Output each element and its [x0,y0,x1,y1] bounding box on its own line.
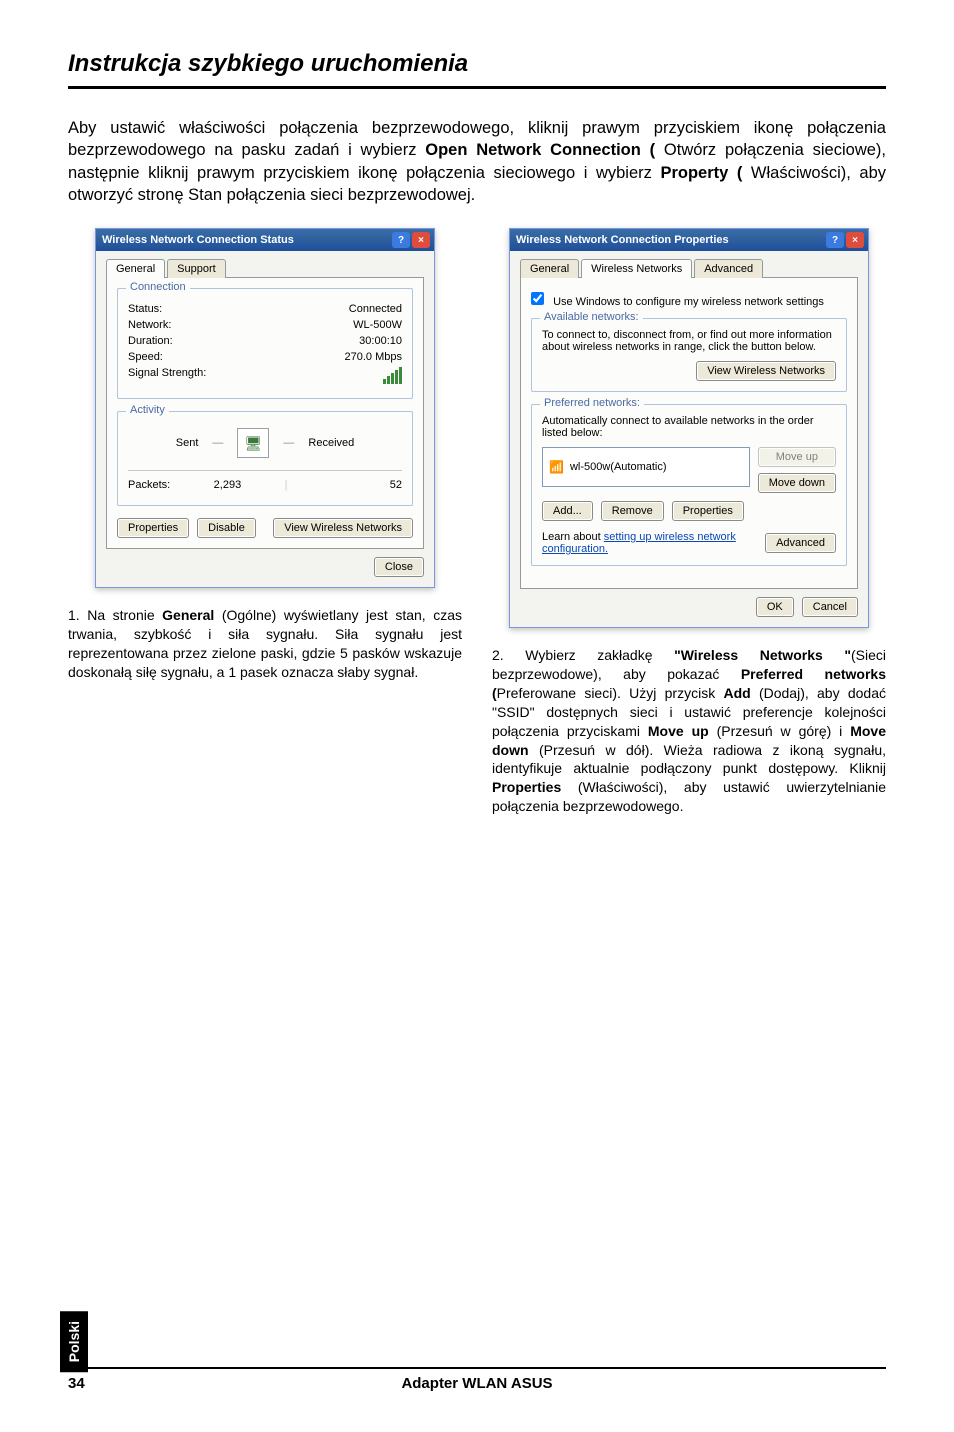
page-title: Instrukcja szybkiego uruchomienia [68,50,886,89]
ok-button[interactable]: OK [756,597,794,617]
c2-t6: (Przesuń w dół). Wieża radiowa z ikoną s… [492,742,886,777]
caption-1: 1. Na stronie General (Ogólne) wyświetla… [68,606,462,682]
group-available-title: Available networks: [540,311,643,323]
c2-t1: Wybierz zakładkę [525,647,674,663]
c2-b3: Add [723,685,750,701]
view-wireless-networks-button[interactable]: View Wireless Networks [273,518,413,538]
activity-received-label: Received [308,437,354,449]
signal-bars-icon [383,367,402,384]
antenna-icon: 📶 [549,460,564,474]
duration-value: 30:00:10 [359,335,402,347]
properties-titlebar: Wireless Network Connection Properties ?… [510,229,868,251]
activity-sent-label: Sent [176,437,199,449]
status-label: Status: [128,303,162,315]
move-down-button[interactable]: Move down [758,473,836,493]
page-footer: 34 Adapter WLAN ASUS [68,1367,886,1392]
intro-paragraph: Aby ustawić właściwości połączenia bezpr… [68,117,886,206]
c2-b1: "Wireless Networks " [674,647,851,663]
group-preferred-title: Preferred networks: [540,397,644,409]
tab-advanced[interactable]: Advanced [694,259,763,278]
help-icon[interactable]: ? [392,232,410,248]
learn-prefix: Learn about [542,531,604,543]
language-tab: Polski [60,1311,88,1372]
c2-t5: (Przesuń w górę) i [709,723,851,739]
close-button[interactable]: Close [374,557,424,577]
group-activity-title: Activity [126,404,169,416]
packets-received-value: 52 [288,479,402,491]
caption-1-prefix: Na stronie [87,607,162,623]
open-network-label: Open Network Connection ( [425,141,655,159]
status-dialog-title: Wireless Network Connection Status [102,234,294,246]
page-number: 34 [68,1375,108,1392]
packets-sent-value: 2,293 [170,479,284,491]
move-up-button[interactable]: Move up [758,447,836,467]
add-button[interactable]: Add... [542,501,593,521]
duration-label: Duration: [128,335,173,347]
signal-strength-label: Signal Strength: [128,367,206,384]
tab-wireless-networks[interactable]: Wireless Networks [581,259,692,278]
tab-general[interactable]: General [106,259,165,278]
speed-value: 270.0 Mbps [345,351,402,363]
network-label: Network: [128,319,171,331]
packets-label: Packets: [128,479,170,491]
c2-b4: Move up [648,723,709,739]
remove-button[interactable]: Remove [601,501,664,521]
close-icon[interactable]: × [846,232,864,248]
c2-t3: Preferowane sieci). Użyj przycisk [497,685,724,701]
use-windows-checkbox[interactable] [531,292,544,305]
group-connection-title: Connection [126,281,190,293]
disable-button[interactable]: Disable [197,518,256,538]
tab-support[interactable]: Support [167,259,226,278]
network-value: WL-500W [353,319,402,331]
status-dialog: Wireless Network Connection Status ? × G… [95,228,435,588]
tab-general-2[interactable]: General [520,259,579,278]
properties-button[interactable]: Properties [117,518,189,538]
learn-about-text: Learn about setting up wireless network … [542,531,765,555]
caption-1-bold: General [162,607,214,623]
c2-b6: Properties [492,779,561,795]
properties-button-2[interactable]: Properties [672,501,744,521]
properties-dialog: Wireless Network Connection Properties ?… [509,228,869,628]
status-titlebar: Wireless Network Connection Status ? × [96,229,434,251]
available-networks-text: To connect to, disconnect from, or find … [542,329,836,353]
preferred-network-item: wl-500w(Automatic) [570,461,667,473]
cancel-button[interactable]: Cancel [802,597,858,617]
help-icon[interactable]: ? [826,232,844,248]
properties-dialog-title: Wireless Network Connection Properties [516,234,729,246]
caption-2-number: 2. [492,647,525,663]
status-value: Connected [349,303,402,315]
caption-2: 2. Wybierz zakładkę "Wireless Networks "… [492,646,886,816]
footer-title: Adapter WLAN ASUS [108,1375,846,1392]
view-wireless-networks-button-2[interactable]: View Wireless Networks [696,361,836,381]
preferred-networks-text: Automatically connect to available netwo… [542,415,836,439]
use-windows-label: Use Windows to configure my wireless net… [553,296,824,308]
advanced-button[interactable]: Advanced [765,533,836,553]
speed-label: Speed: [128,351,163,363]
preferred-networks-list[interactable]: 📶 wl-500w(Automatic) [542,447,750,487]
property-label: Property ( [660,164,742,182]
close-icon[interactable]: × [412,232,430,248]
activity-computers-icon: 🖥 [237,428,269,458]
caption-1-number: 1. [68,607,87,623]
